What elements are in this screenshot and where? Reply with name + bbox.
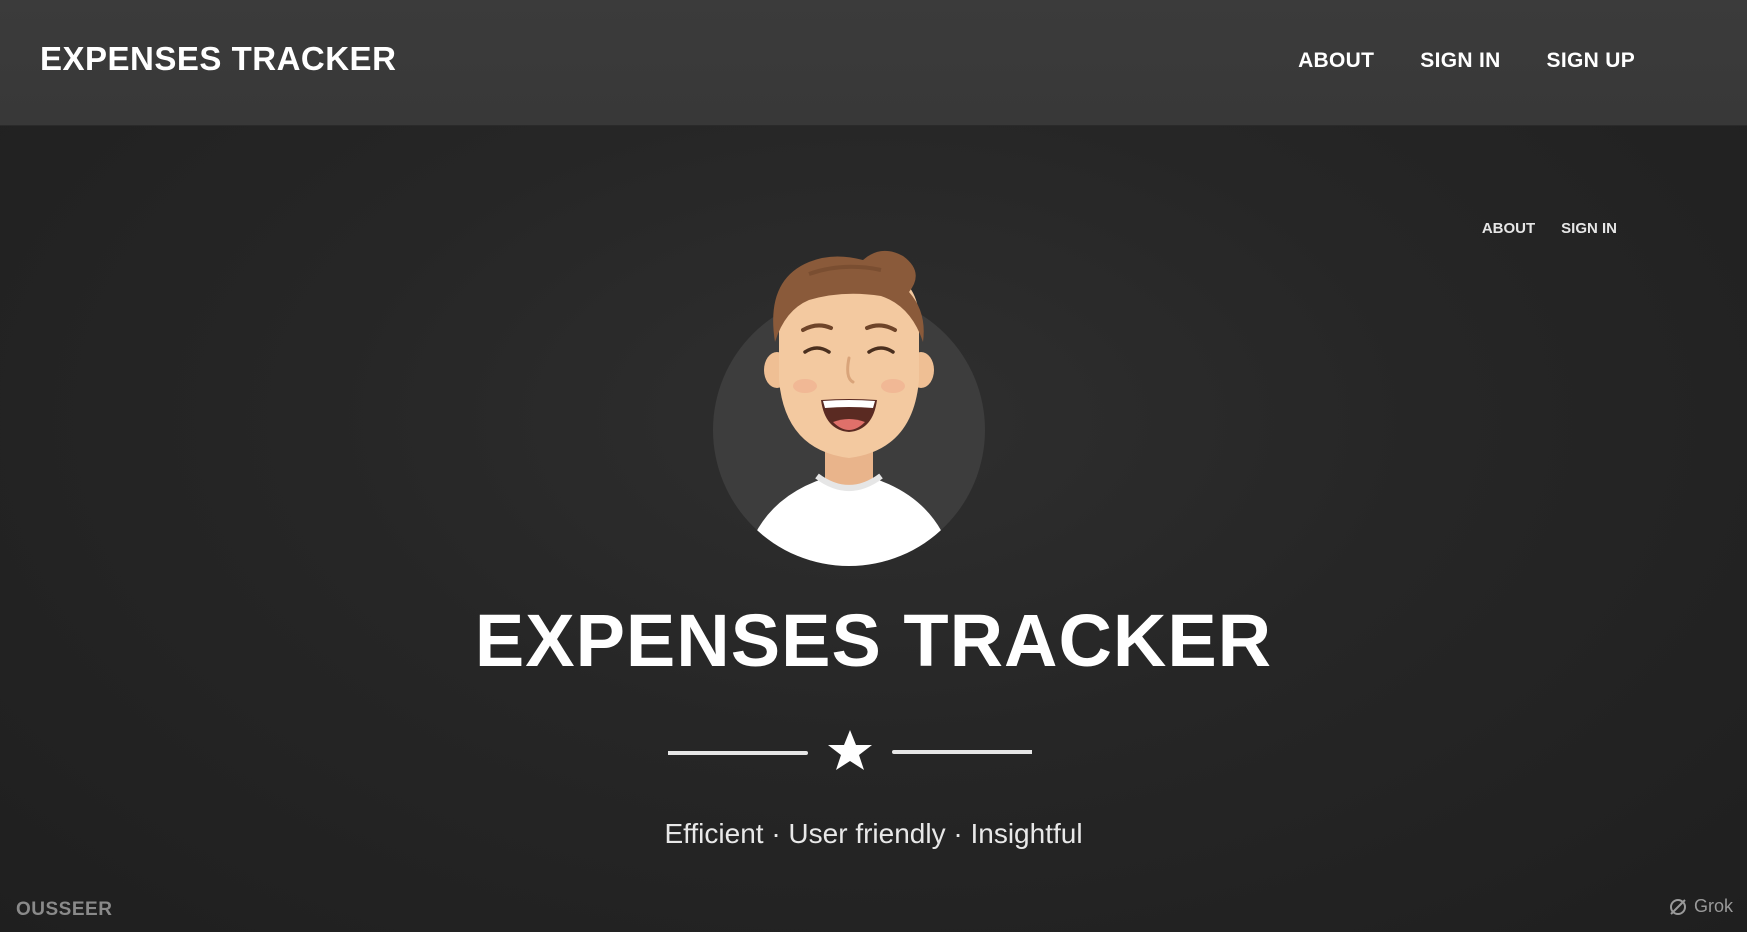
watermark: Grok	[1668, 896, 1733, 917]
secondary-nav-about-link[interactable]: ABOUT	[1482, 220, 1535, 237]
secondary-nav: ABOUT SIGN IN	[1482, 220, 1617, 237]
smiling-person-avatar-icon	[713, 250, 985, 566]
landing-page: EXPENSES TRACKER ABOUT SIGN IN SIGN UP A…	[0, 0, 1747, 932]
title-divider	[666, 728, 1034, 772]
brand-logo-text[interactable]: EXPENSES TRACKER	[40, 40, 396, 78]
nav-sign-up-link[interactable]: SIGN UP	[1547, 49, 1635, 73]
nav-about-link[interactable]: ABOUT	[1298, 49, 1374, 73]
nav-sign-in-link[interactable]: SIGN IN	[1420, 49, 1500, 73]
star-icon	[828, 730, 872, 770]
avatar	[713, 250, 985, 570]
grok-logo-icon	[1669, 898, 1686, 915]
top-navigation-bar: EXPENSES TRACKER ABOUT SIGN IN SIGN UP	[0, 0, 1747, 126]
watermark-text: Grok	[1693, 896, 1733, 916]
hero-tagline: Efficient · User friendly · Insightful	[664, 818, 1083, 849]
primary-nav: ABOUT SIGN IN SIGN UP	[1298, 49, 1635, 73]
footer-left-text: OUSSEER	[16, 899, 113, 920]
hero-title: EXPENSES TRACKER	[474, 599, 1273, 682]
secondary-nav-sign-in-link[interactable]: SIGN IN	[1561, 220, 1617, 237]
